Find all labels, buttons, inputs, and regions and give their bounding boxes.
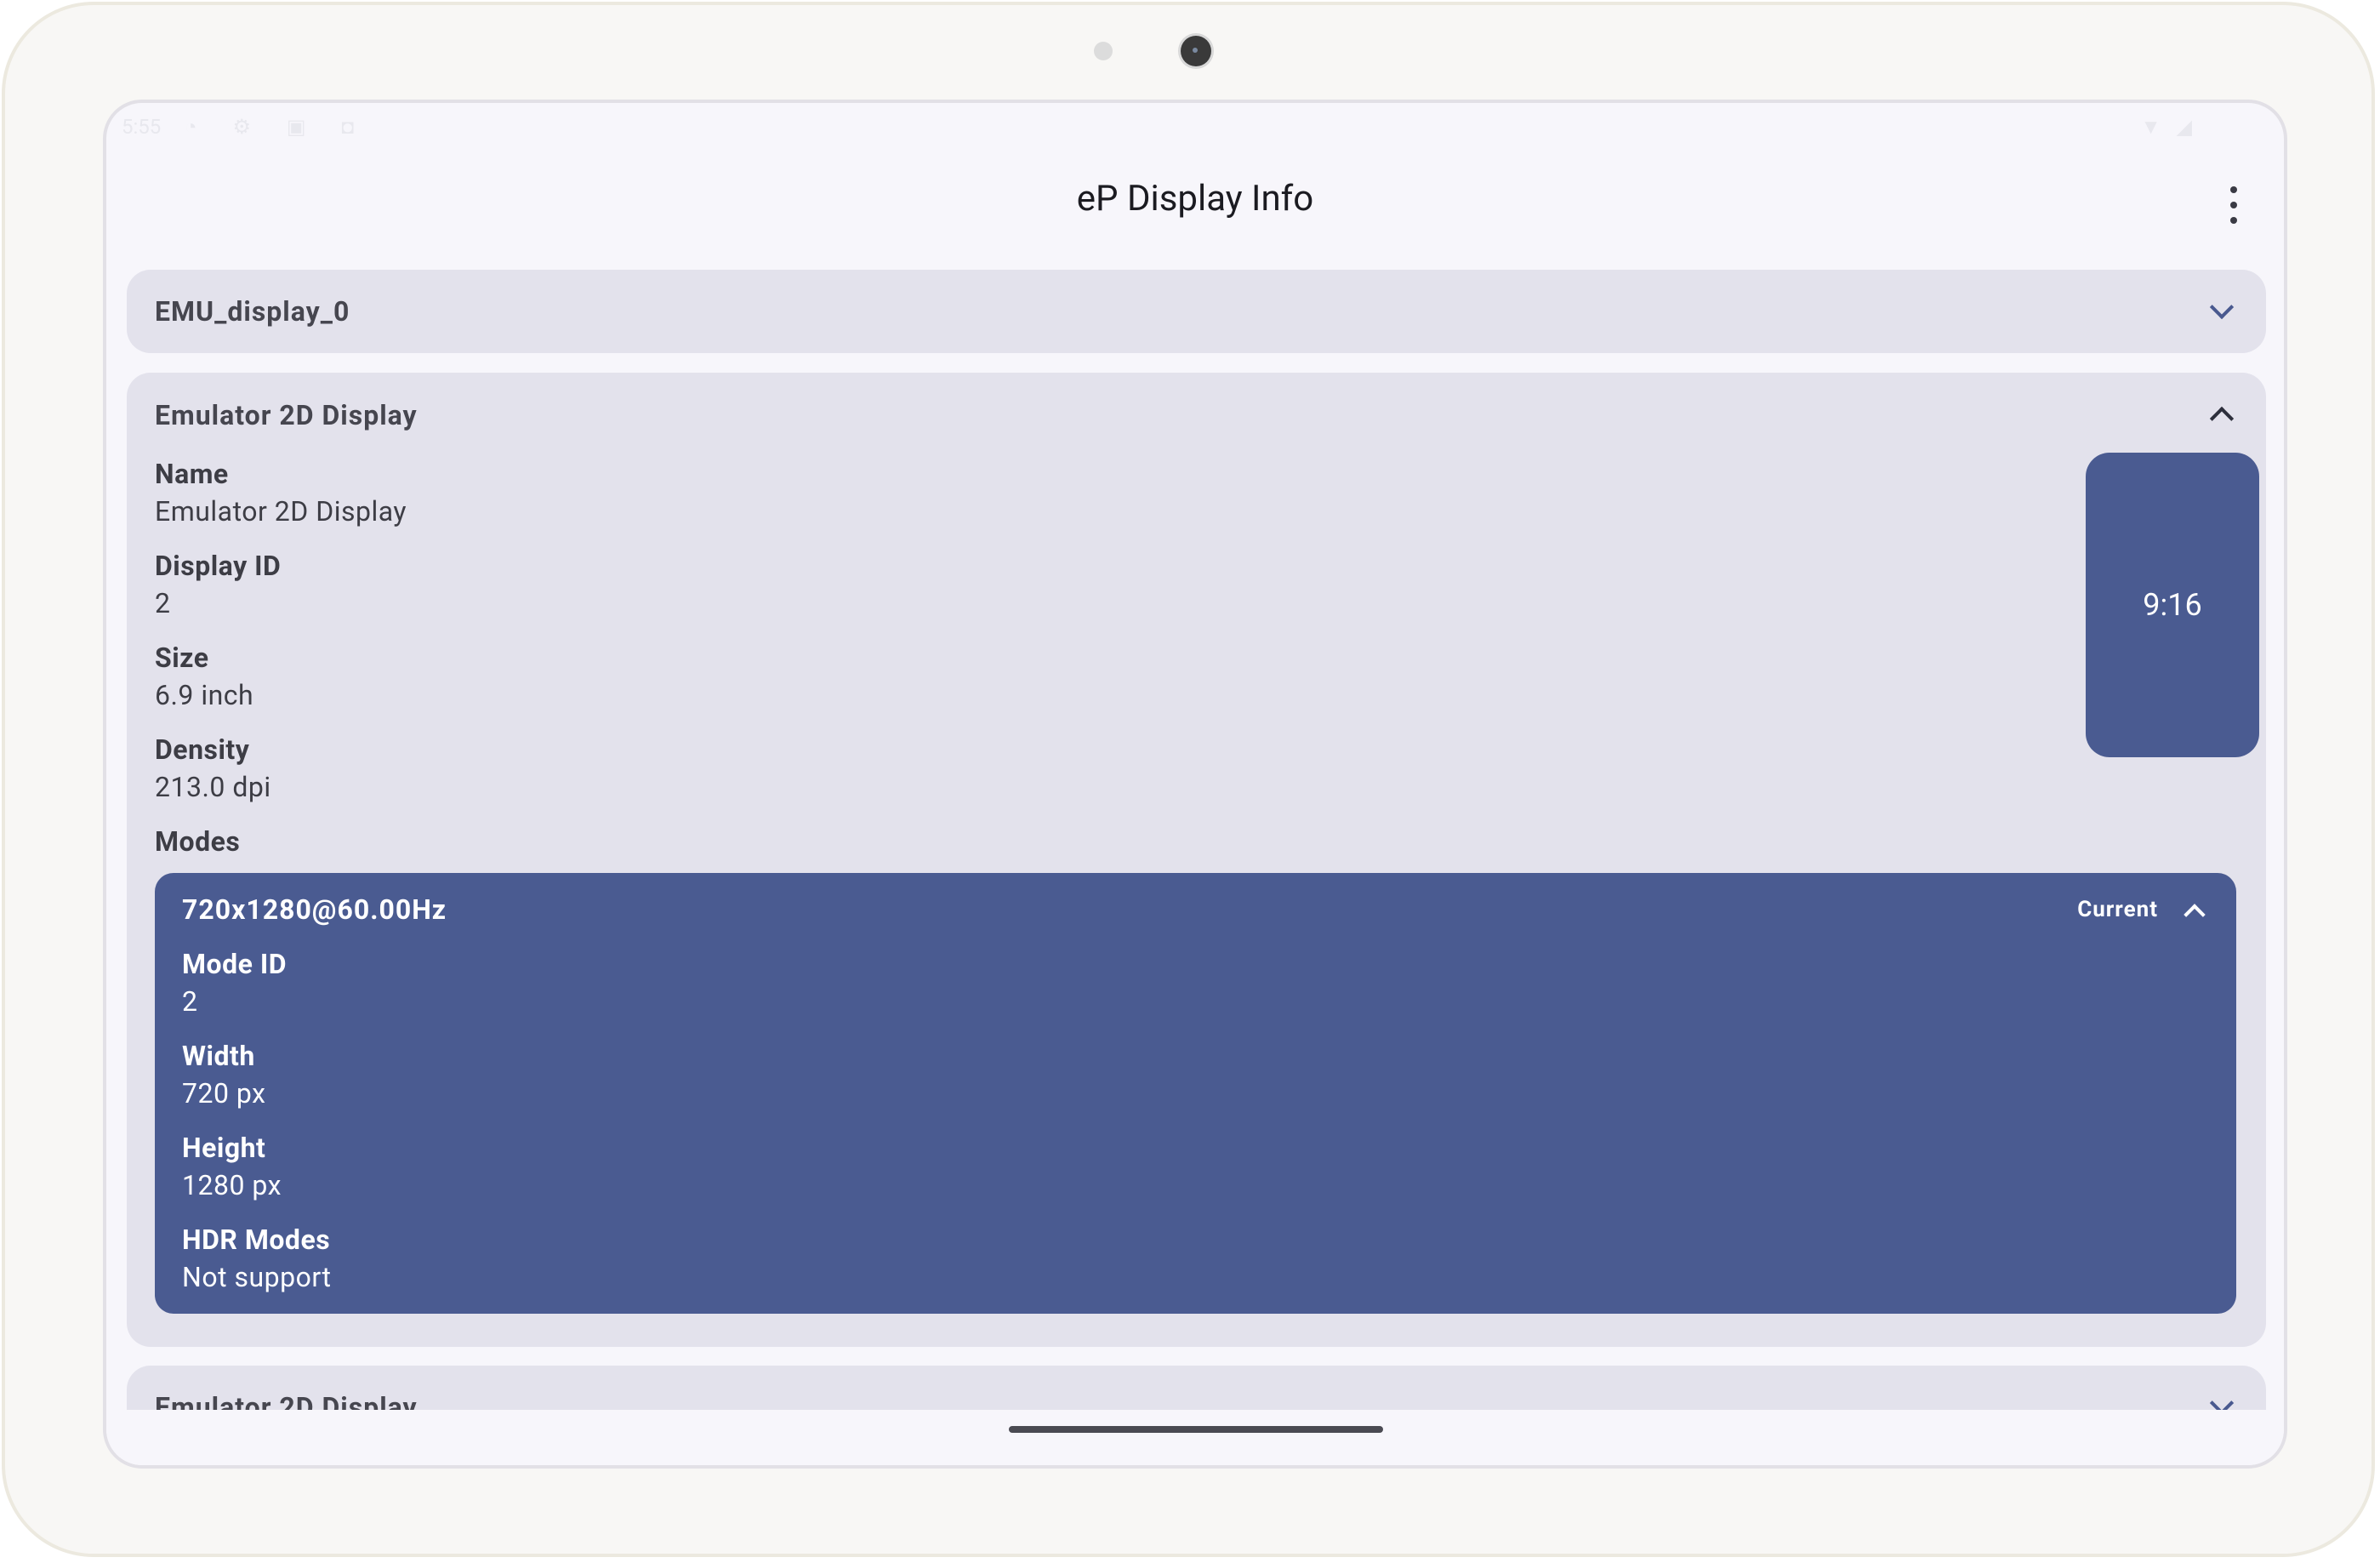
aspect-ratio-preview: 9:16 <box>2086 453 2259 757</box>
display-card-emu-display-0[interactable]: EMU_display_0 <box>127 270 2266 353</box>
field-label-name: Name <box>155 458 229 490</box>
mode-field-label-width: Width <box>182 1040 255 1072</box>
status-time: 5:55 <box>122 115 162 139</box>
wifi-battery-icon: ▼◢ <box>2140 115 2207 139</box>
field-label-density: Density <box>155 733 250 766</box>
chevron-down-icon[interactable] <box>2209 294 2235 320</box>
mode-field-value-width: 720 px <box>182 1077 266 1110</box>
tablet-frame: 5:55 ◔ ⚙ ▣ ◘ ▼◢ eP Display Info EMU_disp… <box>2 2 2375 1557</box>
field-label-display-id: Display ID <box>155 550 282 582</box>
field-value-density: 213.0 dpi <box>155 771 271 803</box>
chevron-up-icon[interactable] <box>2209 406 2235 431</box>
status-notification-icons: ◔ ⚙ ▣ ◘ <box>185 115 370 139</box>
mode-title[interactable]: 720x1280@60.00Hz <box>182 893 447 926</box>
current-mode-badge: Current <box>2077 897 2158 922</box>
display-card-emulator-2d: Emulator 2D Display Name Emulator 2D Dis… <box>127 373 2266 1347</box>
nav-area <box>106 1410 2284 1465</box>
mode-card: 720x1280@60.00Hz Current Mode ID 2 Width… <box>155 873 2236 1314</box>
front-camera <box>1181 36 1211 66</box>
status-bar: 5:55 ◔ ⚙ ▣ ◘ ▼◢ <box>106 103 2284 154</box>
proximity-sensor <box>1094 42 1113 60</box>
aspect-ratio-label: 9:16 <box>2143 587 2202 623</box>
field-value-display-id: 2 <box>155 587 171 619</box>
display-card-title: EMU_display_0 <box>155 295 350 328</box>
mode-field-value-id: 2 <box>182 985 198 1018</box>
gesture-nav-handle[interactable] <box>1009 1426 1383 1433</box>
display-card-title[interactable]: Emulator 2D Display <box>155 399 418 431</box>
field-value-size: 6.9 inch <box>155 679 254 711</box>
field-value-name: Emulator 2D Display <box>155 495 407 528</box>
field-label-size: Size <box>155 642 209 674</box>
mode-field-label-id: Mode ID <box>182 948 287 980</box>
mode-field-label-hdr: HDR Modes <box>182 1224 331 1256</box>
modes-label: Modes <box>155 825 241 858</box>
device-screen: 5:55 ◔ ⚙ ▣ ◘ ▼◢ eP Display Info EMU_disp… <box>103 100 2287 1469</box>
mode-field-label-height: Height <box>182 1132 266 1164</box>
mode-field-value-hdr: Not support <box>182 1261 332 1293</box>
chevron-up-icon[interactable] <box>2184 904 2206 926</box>
page-title: eP Display Info <box>1076 178 1314 220</box>
more-vert-icon[interactable] <box>2221 186 2246 224</box>
mode-field-value-height: 1280 px <box>182 1169 282 1201</box>
